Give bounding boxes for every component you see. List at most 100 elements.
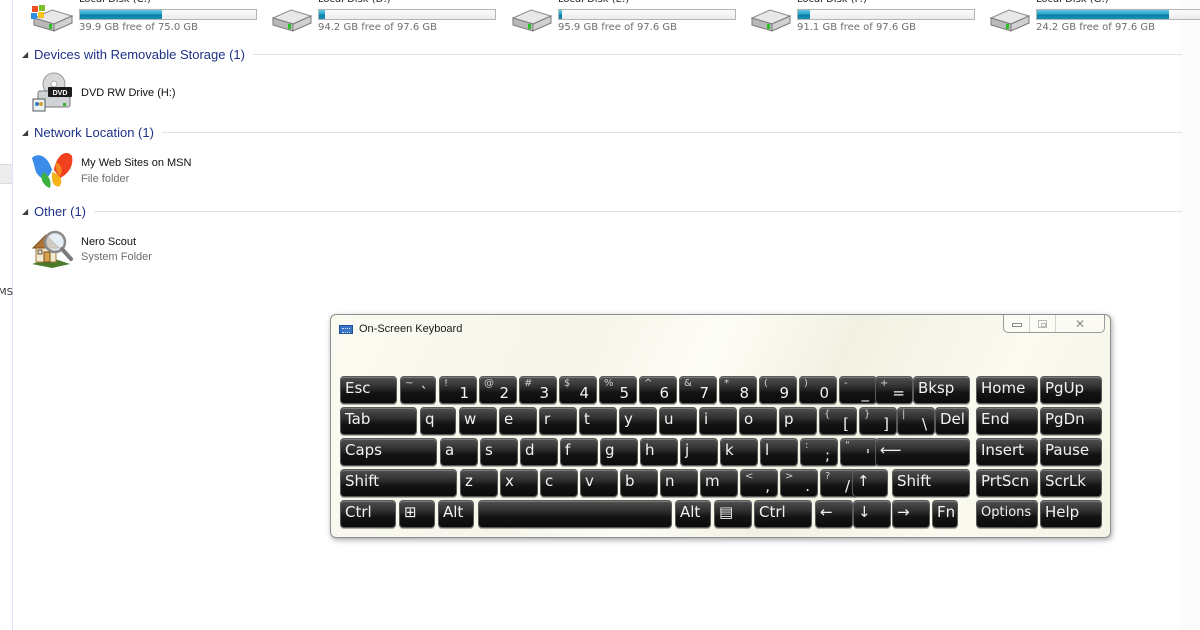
key-help[interactable]: Help [1040, 500, 1102, 528]
group-header-other[interactable]: ◢ Other (1) [22, 202, 1182, 220]
key-o[interactable]: o [739, 407, 777, 435]
collapse-arrow-icon[interactable]: ◢ [22, 128, 34, 137]
key-w[interactable]: w [459, 407, 497, 435]
key-fn[interactable]: Fn [932, 500, 958, 528]
key-symbol[interactable]: ~ ` [400, 376, 436, 404]
key-special[interactable]: ⊞ [399, 500, 435, 528]
key-b[interactable]: b [620, 469, 658, 497]
key-symbol[interactable]: $4 [559, 376, 597, 404]
key-n[interactable]: n [660, 469, 698, 497]
key-symbol[interactable]: }] [859, 407, 897, 435]
key-i[interactable]: i [699, 407, 737, 435]
key-z[interactable]: z [460, 469, 498, 497]
key-ctrl[interactable]: Ctrl [340, 500, 396, 528]
key-scrlk[interactable]: ScrLk [1040, 469, 1102, 497]
key-special[interactable]: ▤ [714, 500, 752, 528]
drive-tile[interactable]: Local Disk (F:) 91.1 GB free of 97.6 GB [748, 0, 978, 36]
key-f[interactable]: f [560, 438, 598, 466]
collapse-arrow-icon[interactable]: ◢ [22, 207, 34, 216]
key-q[interactable]: q [420, 407, 456, 435]
osk-titlebar[interactable]: On-Screen Keyboard [339, 323, 462, 335]
group-header-network[interactable]: ◢ Network Location (1) [22, 123, 1182, 141]
key-symbol[interactable]: >. [780, 469, 818, 497]
nav-selected-item[interactable] [0, 164, 12, 184]
key-del[interactable]: Del [935, 407, 969, 435]
key-v[interactable]: v [580, 469, 618, 497]
key-symbol[interactable]: @2 [479, 376, 517, 404]
key-label: ▤ [719, 503, 734, 521]
list-item-nero-scout[interactable]: Nero Scout System Folder [30, 228, 330, 268]
close-button[interactable]: ✕ [1056, 315, 1104, 332]
key-a[interactable]: a [440, 438, 478, 466]
key-symbol[interactable]: {[ [819, 407, 857, 435]
key-insert[interactable]: Insert [976, 438, 1038, 466]
key-ctrl[interactable]: Ctrl [754, 500, 812, 528]
key-shift[interactable]: Shift [340, 469, 457, 497]
key-symbol[interactable]: (9 [759, 376, 797, 404]
key-d[interactable]: d [520, 438, 558, 466]
key-h[interactable]: h [640, 438, 678, 466]
key-e[interactable]: e [499, 407, 537, 435]
key-shift[interactable]: Shift [892, 469, 970, 497]
key-r[interactable]: r [539, 407, 577, 435]
key-home[interactable]: Home [976, 376, 1038, 404]
key-pause[interactable]: Pause [1040, 438, 1102, 466]
key-symbol[interactable]: " ' [840, 438, 878, 466]
key-symbol[interactable]: :; [800, 438, 838, 466]
key-symbol[interactable]: ) 0 [799, 376, 837, 404]
key-special[interactable]: ↓ [853, 500, 891, 528]
key-backslash[interactable]: | \ [897, 407, 935, 435]
key-p[interactable]: p [779, 407, 817, 435]
key-y[interactable]: y [619, 407, 657, 435]
key-bksp[interactable]: Bksp [913, 376, 970, 404]
maximize-button[interactable] [1030, 315, 1056, 332]
key-special[interactable]: ⟵ [875, 438, 970, 466]
key-alt[interactable]: Alt [675, 500, 711, 528]
key-esc[interactable]: Esc [340, 376, 397, 404]
key-special[interactable]: ← [815, 500, 853, 528]
key-options[interactable]: Options [976, 500, 1038, 528]
navigation-pane[interactable] [0, 0, 13, 630]
key-space[interactable] [478, 500, 672, 528]
key-symbol[interactable]: * 8 [719, 376, 757, 404]
list-item-msn-web-sites[interactable]: My Web Sites on MSN File folder [30, 150, 330, 190]
drive-tile[interactable]: Local Disk (E:) 95.9 GB free of 97.6 GB [509, 0, 739, 36]
on-screen-keyboard-window[interactable]: On-Screen Keyboard ✕ Esc ~ `! 1 @2 #3 $4% 5 ^ 6 & 7… [330, 314, 1111, 538]
key-symbol[interactable]: #3 [519, 376, 557, 404]
key-special[interactable]: → [892, 500, 930, 528]
key-label: Insert [981, 441, 1025, 459]
key-symbol[interactable]: <, [740, 469, 778, 497]
key-end[interactable]: End [976, 407, 1038, 435]
drive-tile[interactable]: Local Disk (G:) 24.2 GB free of 97.6 GB [987, 0, 1200, 36]
key-symbol[interactable]: + = [875, 376, 913, 404]
key-j[interactable]: j [680, 438, 718, 466]
list-item-dvd-drive[interactable]: DVD DVD RW Drive (H:) [30, 72, 330, 112]
key-x[interactable]: x [500, 469, 538, 497]
key-tab[interactable]: Tab [340, 407, 417, 435]
key-symbol[interactable]: & 7 [679, 376, 717, 404]
key-symbol[interactable]: ^ 6 [639, 376, 677, 404]
key-k[interactable]: k [720, 438, 758, 466]
key-caps[interactable]: Caps [340, 438, 437, 466]
drive-tile[interactable]: Local Disk (C:) 39.9 GB free of 75.0 GB [30, 0, 260, 36]
key-m[interactable]: m [700, 469, 738, 497]
key-alt[interactable]: Alt [438, 500, 474, 528]
key-u[interactable]: u [659, 407, 697, 435]
collapse-arrow-icon[interactable]: ◢ [22, 50, 34, 59]
key-t[interactable]: t [579, 407, 617, 435]
key-special[interactable]: ↑ [852, 469, 888, 497]
nav-item-truncated[interactable]: MS [0, 287, 13, 298]
key-symbol[interactable]: % 5 [599, 376, 637, 404]
group-header-removable[interactable]: ◢ Devices with Removable Storage (1) [22, 45, 1182, 63]
key-prtscn[interactable]: PrtScn [976, 469, 1038, 497]
key-symbol[interactable]: - _ [839, 376, 877, 404]
key-symbol[interactable]: ! 1 [439, 376, 477, 404]
key-c[interactable]: c [540, 469, 578, 497]
drive-tile[interactable]: Local Disk (D:) 94.2 GB free of 97.6 GB [269, 0, 499, 36]
key-pgdn[interactable]: PgDn [1040, 407, 1102, 435]
key-pgup[interactable]: PgUp [1040, 376, 1102, 404]
key-l[interactable]: l [760, 438, 798, 466]
key-g[interactable]: g [600, 438, 638, 466]
minimize-button[interactable] [1004, 315, 1030, 332]
key-s[interactable]: s [480, 438, 518, 466]
